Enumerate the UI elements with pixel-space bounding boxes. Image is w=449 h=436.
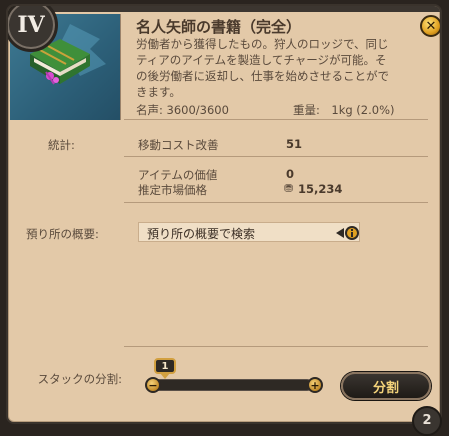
market-price-value: 15,234 [298,182,343,196]
divider [124,346,428,347]
minus-icon: − [148,378,158,392]
divider [124,119,428,120]
silver-coin-icon: ⛃ [284,182,294,195]
item-title: 名人矢師の書籍（完全） [136,18,302,36]
move-cost-value: 51 [286,137,303,151]
stack-slider-track[interactable] [151,379,313,391]
close-button[interactable]: ✕ [420,15,440,37]
depot-search-field[interactable]: 預り所の概要で検索 [138,222,360,242]
item-tooltip-panel: IV ✕ 名人矢師の書籍（完全） 労働者から獲得したもの。狩人のロッジで、同じ … [6,4,442,424]
item-value-label: アイテムの価値 [138,168,218,182]
move-cost-label: 移動コスト改善 [138,138,219,152]
stack-minus-button[interactable]: − [145,377,161,393]
plus-icon: + [310,378,320,392]
split-button[interactable]: 分割 [341,372,431,400]
depot-search-text: 預り所の概要で検索 [147,227,256,241]
depot-section-label: 預り所の概要: [26,227,99,241]
stack-amount-bubble: 1 [154,358,176,374]
item-weight: 重量: 1kg (2.0%) [293,103,395,117]
corner-badge: 2 [412,406,442,436]
market-price-label: 推定市場価格 [138,183,207,197]
close-icon: ✕ [425,18,437,34]
stats-section-label: 統計: [48,138,75,152]
stack-split-label: スタックの分割: [37,372,122,386]
description-line: ティアのアイテムを製造してチャージが可能。そ [136,53,387,67]
description-line: の後労働者に返却し、仕事を始めさせることがで [136,69,389,83]
description-line: 労働者から獲得したもの。狩人のロッジで、同じ [136,37,389,51]
divider [124,156,428,157]
item-description: 労働者から獲得したもの。狩人のロッジで、同じ ティアのアイテムを製造してチャージ… [136,36,426,100]
description-line: きます。 [136,85,181,99]
item-fame: 名声: 3600/3600 [136,103,229,117]
stack-plus-button[interactable]: + [307,377,323,393]
panel-top-bar [8,6,440,12]
divider [124,202,428,203]
item-value-value: 0 [286,167,295,181]
info-icon[interactable] [336,225,360,241]
